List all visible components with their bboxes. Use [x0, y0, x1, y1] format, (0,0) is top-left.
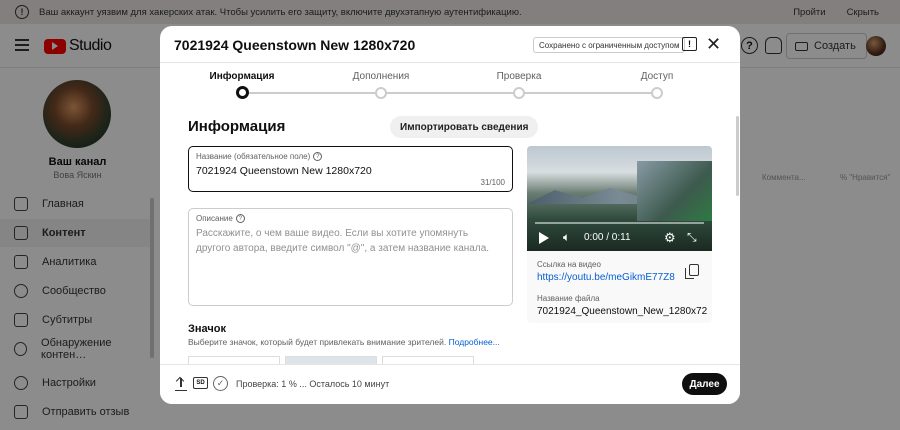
step-dot-elements[interactable] [375, 87, 387, 99]
check-circle-icon[interactable]: ✓ [213, 376, 228, 391]
description-label-text: Описание [196, 214, 233, 223]
step-visibility[interactable]: Доступ [612, 71, 702, 82]
step-dot-checks[interactable] [513, 87, 525, 99]
import-details-button[interactable]: Импортировать сведения [390, 116, 539, 138]
help-icon[interactable]: ? [235, 214, 245, 223]
volume-icon[interactable]: 🔈︎ [563, 230, 570, 245]
thumbnail-title: Значок [188, 323, 226, 335]
step-dot-visibility[interactable] [651, 87, 663, 99]
step-elements[interactable]: Дополнения [336, 71, 426, 82]
learn-more-link[interactable]: Подробнее... [449, 337, 500, 347]
upload-dialog: 7021924 Queenstown New 1280x720 Сохранен… [160, 26, 740, 404]
thumbnail-description: Выберите значок, который будет привлекат… [188, 337, 500, 347]
description-field[interactable]: Описание ? Расскажите, о чем ваше видео.… [188, 208, 513, 306]
title-field-label: Название (обязательное поле) ? [196, 152, 323, 161]
saved-status-badge: Сохранено с ограниченным доступом [533, 37, 686, 53]
dialog-divider [160, 62, 740, 63]
close-icon[interactable]: ✕ [706, 34, 721, 55]
upload-status: Проверка: 1 % ... Осталось 10 минут [236, 379, 390, 389]
copy-icon[interactable] [685, 264, 699, 279]
file-name: 7021924_Queenstown_New_1280x720... [537, 306, 707, 317]
help-icon[interactable]: ? [313, 152, 323, 161]
title-char-counter: 31/100 [480, 178, 505, 187]
video-preview-card: 🔈︎ 0:00 / 0:11 ⚙︎ ⤡ Ссылка на видео http… [527, 146, 712, 323]
dialog-scrollbar[interactable] [736, 116, 739, 196]
report-issue-icon[interactable]: ! [682, 37, 697, 51]
file-name-label: Название файла [537, 294, 600, 303]
section-title: Информация [188, 118, 286, 135]
step-details[interactable]: Информация [197, 71, 287, 82]
step-checks[interactable]: Проверка [474, 71, 564, 82]
title-field[interactable]: Название (обязательное поле) ? 7021924 Q… [188, 146, 513, 192]
video-player[interactable]: 🔈︎ 0:00 / 0:11 ⚙︎ ⤡ [527, 146, 712, 251]
fullscreen-icon[interactable]: ⤡ [687, 230, 697, 245]
step-dot-details[interactable] [236, 86, 249, 99]
upload-icon[interactable] [175, 377, 187, 391]
thumbnail-description-text: Выберите значок, который будет привлекат… [188, 337, 447, 347]
title-label-text: Название (обязательное поле) [196, 152, 311, 161]
settings-gear-icon[interactable]: ⚙︎ [664, 230, 676, 246]
description-field-label: Описание ? [196, 214, 245, 223]
video-time: 0:00 / 0:11 [584, 232, 631, 243]
stepper-track [242, 92, 658, 94]
description-input[interactable]: Расскажите, о чем ваше видео. Если вы хо… [196, 226, 496, 256]
video-frame-building [637, 161, 712, 221]
dialog-footer: SD ✓ Проверка: 1 % ... Осталось 10 минут… [160, 364, 740, 404]
video-link[interactable]: https://youtu.be/meGikmE77Z8 [537, 272, 675, 283]
video-link-label: Ссылка на видео [537, 260, 601, 269]
next-button[interactable]: Далее [682, 373, 727, 395]
video-progress-bar[interactable] [535, 222, 704, 224]
sd-quality-icon[interactable]: SD [193, 377, 208, 389]
dialog-title: 7021924 Queenstown New 1280x720 [174, 37, 416, 53]
play-icon[interactable] [539, 232, 549, 244]
title-input[interactable]: 7021924 Queenstown New 1280x720 [196, 165, 372, 177]
